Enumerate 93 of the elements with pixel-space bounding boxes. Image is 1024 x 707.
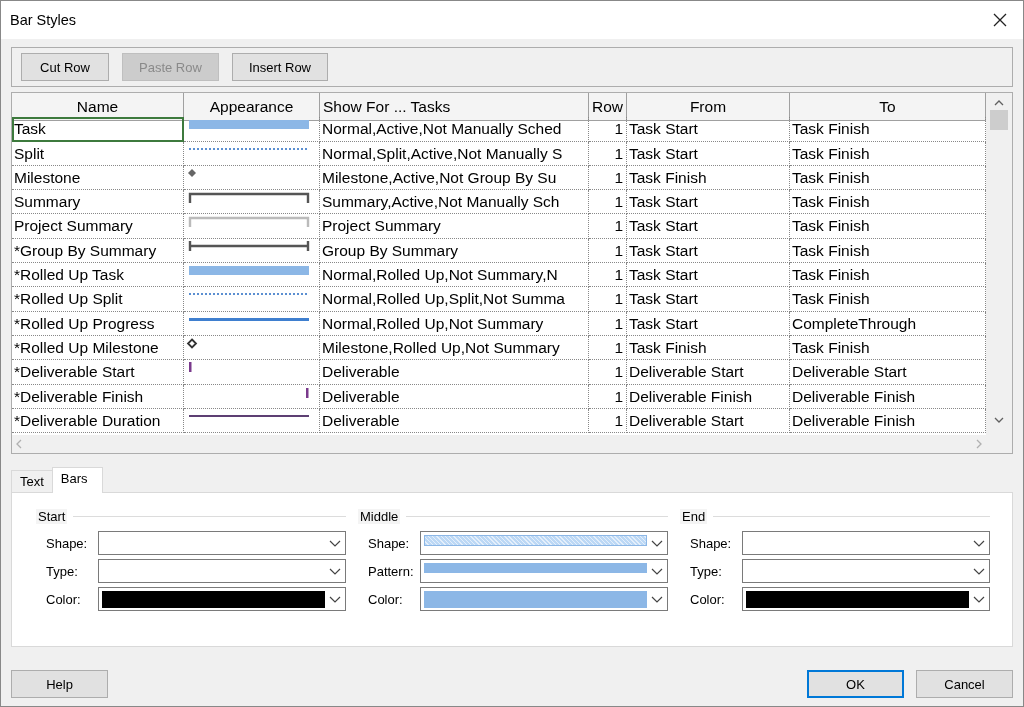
table-cell[interactable]: Summary [12, 190, 184, 215]
table-cell: 1 [589, 311, 627, 336]
table-cell: 1 [589, 263, 627, 288]
scroll-up-icon[interactable] [994, 100, 1004, 106]
column-header[interactable]: Name [12, 93, 184, 121]
caret-icon [973, 539, 985, 547]
group-title: End [680, 509, 708, 524]
table-cell: Deliverable [320, 360, 589, 385]
table-cell[interactable]: Split [12, 141, 184, 166]
column-header[interactable]: From [627, 93, 790, 121]
field-label: Pattern: [368, 563, 415, 579]
caret-icon [651, 539, 663, 547]
toolbar-button[interactable]: Cut Row [21, 53, 109, 81]
field-label: Shape: [690, 535, 733, 551]
field-label: Shape: [46, 535, 89, 551]
table-cell: Task Start [627, 117, 790, 142]
table-cell: Summary,Active,Not Manually Sch [320, 190, 589, 215]
field-label: Type: [690, 563, 723, 579]
table-cell: Task Start [627, 190, 790, 215]
table-cell: Deliverable Start [627, 408, 790, 434]
table-cell[interactable]: Task [12, 117, 184, 142]
table-cell[interactable]: *Deliverable Start [12, 360, 184, 385]
caret-icon [329, 595, 341, 603]
table-cell: 1 [589, 190, 627, 215]
table-cell: Task Start [627, 214, 790, 239]
table-cell: Task Start [627, 287, 790, 312]
table-cell: Milestone,Rolled Up,Not Summary [320, 335, 589, 361]
table-cell[interactable]: *Rolled Up Progress [12, 311, 184, 336]
table-cell: Deliverable Start [627, 360, 790, 385]
table-cell: Deliverable Finish [627, 384, 790, 409]
table-cell: Group By Summary [320, 238, 589, 264]
tab[interactable]: Bars [51, 467, 103, 493]
table-cell: Task Finish [627, 335, 790, 361]
table-cell[interactable]: *Deliverable Finish [12, 384, 184, 409]
table-cell: 1 [589, 214, 627, 239]
table-cell: Deliverable [320, 408, 589, 434]
caret-icon [651, 595, 663, 603]
table-cell[interactable]: Project Summary [12, 214, 184, 239]
table-cell[interactable]: *Rolled Up Split [12, 287, 184, 312]
column-header[interactable]: Appearance [184, 93, 320, 121]
tab[interactable]: Text [11, 470, 53, 492]
field-label: Color: [46, 591, 82, 607]
table-cell: 1 [589, 360, 627, 385]
toolbar-button[interactable]: Insert Row [231, 53, 328, 81]
dialog-button[interactable]: Cancel [916, 670, 1013, 698]
field-label: Color: [368, 591, 404, 607]
table-cell: Normal,Active,Not Manually Sched [320, 117, 589, 142]
caret-icon [651, 567, 663, 575]
table-cell: Task Start [627, 263, 790, 288]
window-title: Bar Styles [10, 12, 77, 28]
dialog-button[interactable]: OK [807, 670, 904, 698]
table-cell[interactable]: *Deliverable Duration [12, 408, 184, 434]
column-header[interactable]: Row [589, 93, 627, 121]
dropdown[interactable] [742, 587, 990, 611]
table-cell[interactable]: Milestone [12, 165, 184, 191]
dialog-button[interactable]: Help [11, 670, 108, 698]
caret-icon [973, 567, 985, 575]
column-header[interactable]: Show For ... Tasks [320, 93, 589, 121]
table-cell: 1 [589, 165, 627, 191]
table-cell: Task Start [627, 311, 790, 336]
scroll-thumb[interactable] [990, 110, 1008, 130]
caret-icon [329, 539, 341, 547]
table-cell: Project Summary [320, 214, 589, 239]
table-cell: 1 [589, 335, 627, 361]
group-title: Middle [358, 509, 401, 524]
table-cell[interactable]: *Rolled Up Milestone [12, 335, 184, 361]
table-cell: 1 [589, 141, 627, 166]
scroll-down-icon[interactable] [994, 417, 1004, 423]
table-cell: Deliverable [320, 384, 589, 409]
close-icon[interactable] [993, 13, 1007, 27]
table-cell: 1 [589, 117, 627, 142]
field-label: Color: [690, 591, 726, 607]
caret-icon [973, 595, 985, 603]
table-cell[interactable]: *Group By Summary [12, 238, 184, 264]
table-cell: Milestone,Active,Not Group By Su [320, 165, 589, 191]
table-cell: 1 [589, 287, 627, 312]
table-cell[interactable]: *Rolled Up Task [12, 263, 184, 288]
table-cell: Normal,Rolled Up,Split,Not Summa [320, 287, 589, 312]
table-cell: Task Start [627, 238, 790, 264]
field-label: Type: [46, 563, 79, 579]
table-cell: 1 [589, 384, 627, 409]
field-label: Shape: [368, 535, 411, 551]
table-cell: Task Start [627, 141, 790, 166]
table-cell: Task Finish [627, 165, 790, 191]
table-cell: 1 [589, 408, 627, 434]
table-cell: 1 [589, 238, 627, 264]
table-cell: Normal,Rolled Up,Not Summary [320, 311, 589, 336]
column-header[interactable]: To [790, 93, 986, 121]
group-title: Start [36, 509, 68, 524]
dropdown[interactable] [98, 587, 346, 611]
table-cell: Normal,Split,Active,Not Manually S [320, 141, 589, 166]
caret-icon [329, 567, 341, 575]
table-cell: Normal,Rolled Up,Not Summary,N [320, 263, 589, 288]
